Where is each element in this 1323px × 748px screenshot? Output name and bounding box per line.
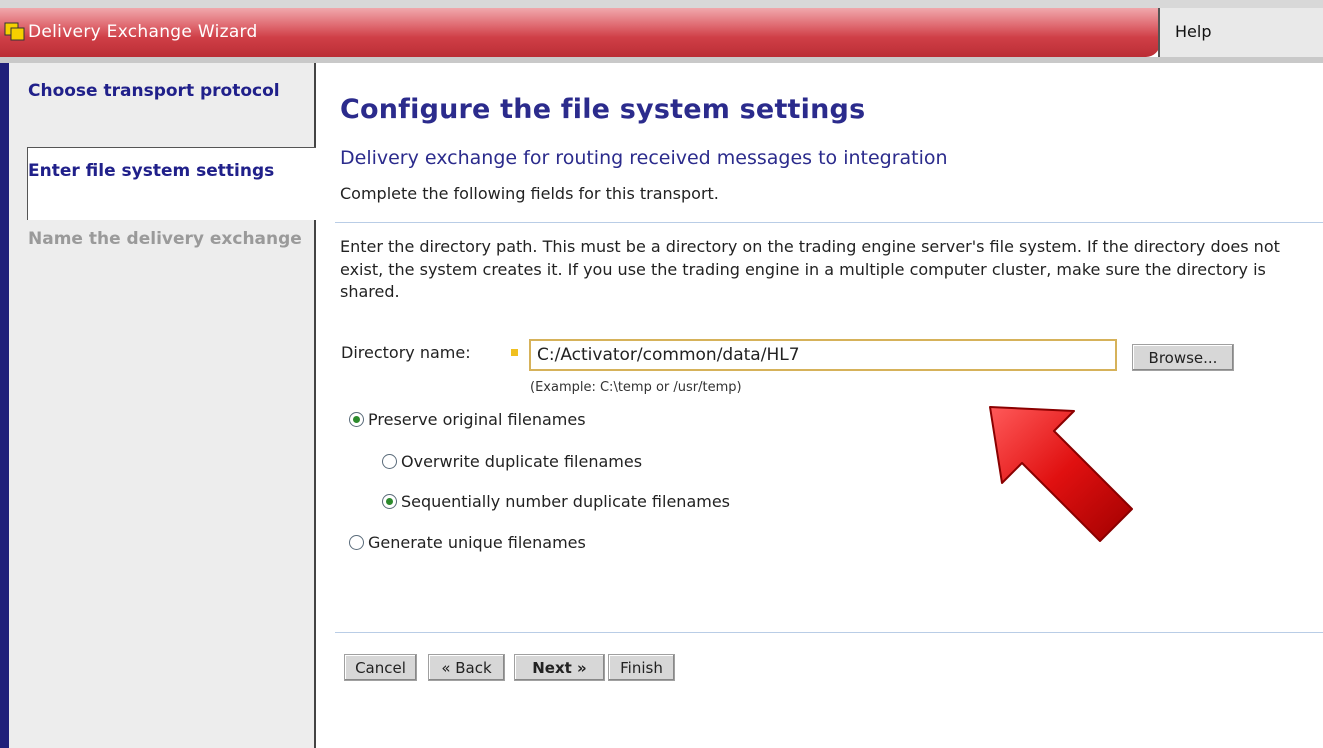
section-divider-top xyxy=(335,222,1323,223)
sequential-number-option[interactable]: Sequentially number duplicate filenames xyxy=(382,492,730,511)
red-annotation-arrow-icon xyxy=(989,406,1133,542)
sequential-number-radio[interactable] xyxy=(382,494,397,509)
title-bar-top-edge xyxy=(0,0,1323,8)
step-enter-file-system-settings: Enter file system settings xyxy=(28,161,275,181)
sequential-number-label: Sequentially number duplicate filenames xyxy=(401,492,731,511)
directory-name-input[interactable] xyxy=(529,339,1117,371)
cancel-button[interactable]: Cancel xyxy=(344,654,417,681)
required-field-marker xyxy=(511,349,518,356)
sidebar-left-rule xyxy=(0,63,9,748)
generate-unique-radio[interactable] xyxy=(349,535,364,550)
page-subtitle: Delivery exchange for routing received m… xyxy=(340,147,948,169)
preserve-filenames-radio[interactable] xyxy=(349,412,364,427)
step-name-delivery-exchange: Name the delivery exchange xyxy=(28,229,302,249)
generate-unique-label: Generate unique filenames xyxy=(368,533,586,552)
preserve-filenames-option[interactable]: Preserve original filenames xyxy=(349,410,586,429)
page-title: Configure the file system settings xyxy=(340,94,866,125)
step-current-highlight xyxy=(27,147,317,220)
browse-button[interactable]: Browse... xyxy=(1132,344,1234,371)
next-button[interactable]: Next » xyxy=(514,654,605,681)
back-button[interactable]: « Back xyxy=(428,654,505,681)
instructions-text: Enter the directory path. This must be a… xyxy=(340,237,1280,301)
help-link[interactable]: Help xyxy=(1175,22,1211,41)
preserve-filenames-label: Preserve original filenames xyxy=(368,410,586,429)
wizard-app-icon xyxy=(4,22,25,41)
title-bar: Delivery Exchange Wizard Help xyxy=(0,0,1323,63)
overwrite-duplicates-radio[interactable] xyxy=(382,454,397,469)
window-title: Delivery Exchange Wizard xyxy=(28,22,258,42)
section-divider-bottom xyxy=(335,632,1323,633)
intro-text: Complete the following fields for this t… xyxy=(340,184,719,203)
overwrite-duplicates-label: Overwrite duplicate filenames xyxy=(401,452,643,471)
overwrite-duplicates-option[interactable]: Overwrite duplicate filenames xyxy=(382,452,642,471)
generate-unique-option[interactable]: Generate unique filenames xyxy=(349,533,586,552)
step-choose-transport-protocol[interactable]: Choose transport protocol xyxy=(28,80,310,103)
directory-example-hint: (Example: C:\temp or /usr/temp) xyxy=(530,380,742,395)
finish-button[interactable]: Finish xyxy=(608,654,675,681)
directory-name-label: Directory name: xyxy=(341,343,471,362)
